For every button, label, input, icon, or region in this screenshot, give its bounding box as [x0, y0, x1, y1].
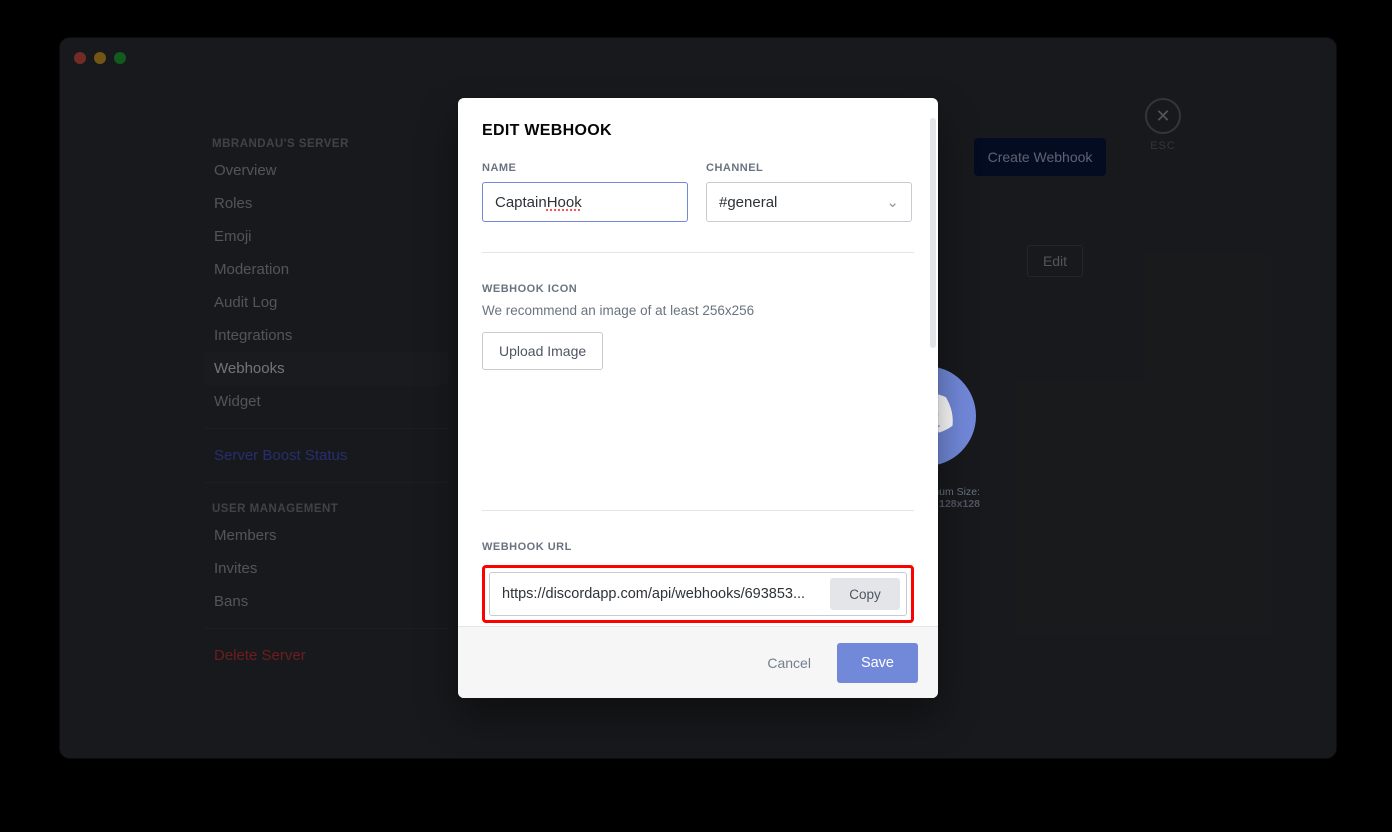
- modal-title: EDIT WEBHOOK: [482, 122, 914, 140]
- icon-size-hint: We recommend an image of at least 256x25…: [482, 303, 914, 318]
- save-button[interactable]: Save: [837, 643, 918, 683]
- channel-select-value: #general: [719, 194, 777, 211]
- icon-field-label: WEBHOOK ICON: [482, 283, 914, 295]
- modal-body: EDIT WEBHOOK NAME Captain Hook CHANNEL #…: [458, 98, 938, 626]
- scrollbar-thumb[interactable]: [930, 118, 936, 348]
- upload-image-button[interactable]: Upload Image: [482, 332, 603, 370]
- channel-field-label: CHANNEL: [706, 162, 912, 174]
- name-field-group: NAME Captain Hook: [482, 162, 688, 222]
- webhook-name-input[interactable]: Captain Hook: [482, 182, 688, 222]
- copy-url-button[interactable]: Copy: [830, 578, 900, 610]
- divider: [482, 252, 914, 253]
- webhook-url-field: https://discordapp.com/api/webhooks/6938…: [489, 572, 907, 616]
- edit-webhook-modal: EDIT WEBHOOK NAME Captain Hook CHANNEL #…: [458, 98, 938, 698]
- cancel-button[interactable]: Cancel: [751, 645, 827, 681]
- webhook-url-value[interactable]: https://discordapp.com/api/webhooks/6938…: [490, 586, 824, 602]
- url-field-label: WEBHOOK URL: [482, 541, 914, 553]
- webhook-channel-select[interactable]: #general ⌄: [706, 182, 912, 222]
- name-field-label: NAME: [482, 162, 688, 174]
- modal-footer: Cancel Save: [458, 626, 938, 698]
- url-highlight-box: https://discordapp.com/api/webhooks/6938…: [482, 565, 914, 623]
- divider: [482, 510, 914, 511]
- chevron-down-icon: ⌄: [886, 193, 899, 211]
- channel-field-group: CHANNEL #general ⌄: [706, 162, 912, 222]
